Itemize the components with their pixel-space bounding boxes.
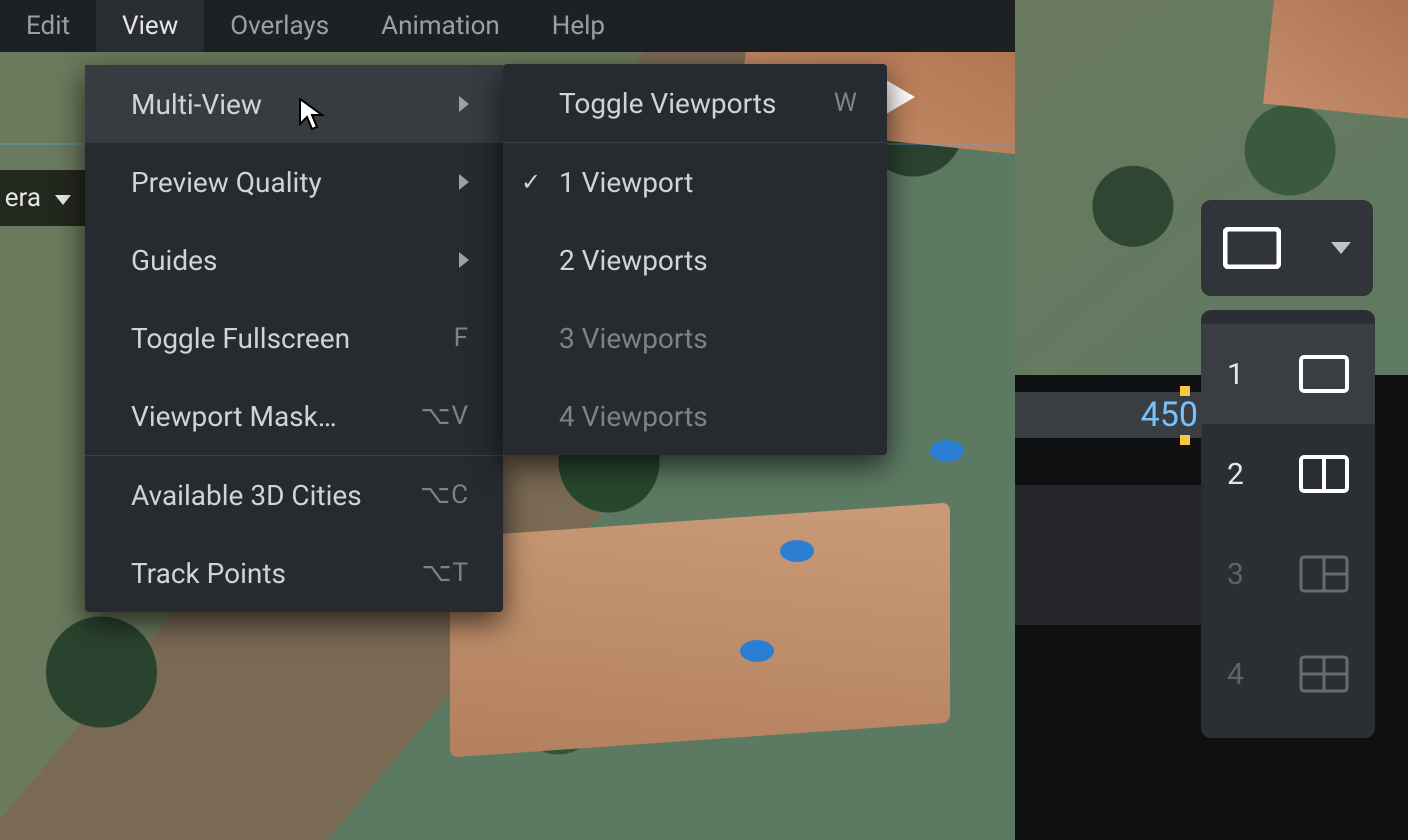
submenu-shortcut: W <box>834 88 857 118</box>
menubar-item-overlays[interactable]: Overlays <box>204 0 355 52</box>
view-menu: Multi-View Preview Quality Guides Toggle… <box>85 65 503 612</box>
menu-shortcut: ⌥V <box>420 401 469 431</box>
viewport-layout-option-2[interactable]: 2 <box>1201 424 1375 524</box>
option-number: 4 <box>1227 657 1244 692</box>
menu-shortcut: ⌥C <box>420 480 469 510</box>
menu-item-label: Guides <box>131 244 217 277</box>
menu-shortcut: F <box>454 323 469 353</box>
option-number: 3 <box>1227 557 1244 592</box>
viewport-layout-option-4[interactable]: 4 <box>1201 624 1375 724</box>
camera-dropdown[interactable]: era <box>0 170 85 226</box>
menu-shortcut: ⌥T <box>422 558 469 588</box>
submenu-item-toggle-viewports[interactable]: Toggle Viewports W <box>503 64 887 142</box>
numeric-input-value: 450 <box>1141 395 1198 435</box>
menubar-item-animation[interactable]: Animation <box>355 0 526 52</box>
scene-umbrella-icon <box>780 540 814 562</box>
viewport-layout-popup: 1 2 3 4 <box>1201 310 1375 738</box>
scene-umbrella-icon <box>740 640 774 662</box>
menubar: Edit View Overlays Animation Help <box>0 0 1015 52</box>
single-viewport-icon <box>1299 355 1349 393</box>
viewport-layout-option-3[interactable]: 3 <box>1201 524 1375 624</box>
submenu-item-label: 2 Viewports <box>559 244 708 277</box>
menu-item-track-points[interactable]: Track Points ⌥T <box>85 534 503 612</box>
multi-view-submenu: Toggle Viewports W ✓ 1 Viewport 2 Viewpo… <box>503 64 887 455</box>
chevron-down-icon <box>55 195 71 205</box>
submenu-item-label: 3 Viewports <box>559 322 708 355</box>
submenu-item-4-viewports[interactable]: 4 Viewports <box>503 377 887 455</box>
scene-umbrella-icon <box>930 440 964 462</box>
submenu-item-2-viewports[interactable]: 2 Viewports <box>503 221 887 299</box>
single-viewport-icon <box>1223 227 1281 269</box>
two-viewport-icon <box>1299 455 1349 493</box>
submenu-item-3-viewports[interactable]: 3 Viewports <box>503 299 887 377</box>
property-panel <box>1015 485 1202 625</box>
checkmark-icon: ✓ <box>521 168 541 196</box>
menu-item-label: Toggle Fullscreen <box>131 322 350 355</box>
numeric-input-field[interactable]: 450 <box>1015 392 1202 438</box>
menu-item-label: Preview Quality <box>131 166 322 199</box>
submenu-item-label: Toggle Viewports <box>559 87 776 120</box>
menu-item-toggle-fullscreen[interactable]: Toggle Fullscreen F <box>85 299 503 377</box>
viewport-layout-dropdown[interactable] <box>1201 200 1373 296</box>
chevron-down-icon <box>1331 242 1351 254</box>
field-resize-handle[interactable] <box>1180 435 1190 445</box>
menu-item-multi-view[interactable]: Multi-View <box>85 65 503 143</box>
submenu-item-1-viewport[interactable]: ✓ 1 Viewport <box>503 143 887 221</box>
menu-item-preview-quality[interactable]: Preview Quality <box>85 143 503 221</box>
viewport-layout-option-1[interactable]: 1 <box>1201 324 1375 424</box>
menubar-item-help[interactable]: Help <box>526 0 631 52</box>
option-number: 2 <box>1227 457 1244 492</box>
submenu-item-label: 4 Viewports <box>559 400 708 433</box>
menu-item-label: Available 3D Cities <box>131 479 362 512</box>
submenu-arrow-icon <box>459 252 469 268</box>
three-viewport-icon <box>1299 555 1349 593</box>
submenu-arrow-icon <box>459 174 469 190</box>
menubar-item-edit[interactable]: Edit <box>0 0 96 52</box>
submenu-item-label: 1 Viewport <box>559 166 693 199</box>
menu-item-available-3d-cities[interactable]: Available 3D Cities ⌥C <box>85 456 503 534</box>
menu-item-guides[interactable]: Guides <box>85 221 503 299</box>
menubar-item-view[interactable]: View <box>96 0 204 52</box>
menu-item-label: Track Points <box>131 557 286 590</box>
menu-item-label: Multi-View <box>131 88 262 121</box>
field-resize-handle[interactable] <box>1180 386 1190 396</box>
option-number: 1 <box>1227 357 1244 392</box>
menu-item-label: Viewport Mask… <box>131 400 337 433</box>
submenu-arrow-icon <box>459 96 469 112</box>
camera-dropdown-label: era <box>5 183 41 213</box>
four-viewport-icon <box>1299 655 1349 693</box>
menu-item-viewport-mask[interactable]: Viewport Mask… ⌥V <box>85 377 503 455</box>
scene-roof-shape <box>1263 0 1408 120</box>
